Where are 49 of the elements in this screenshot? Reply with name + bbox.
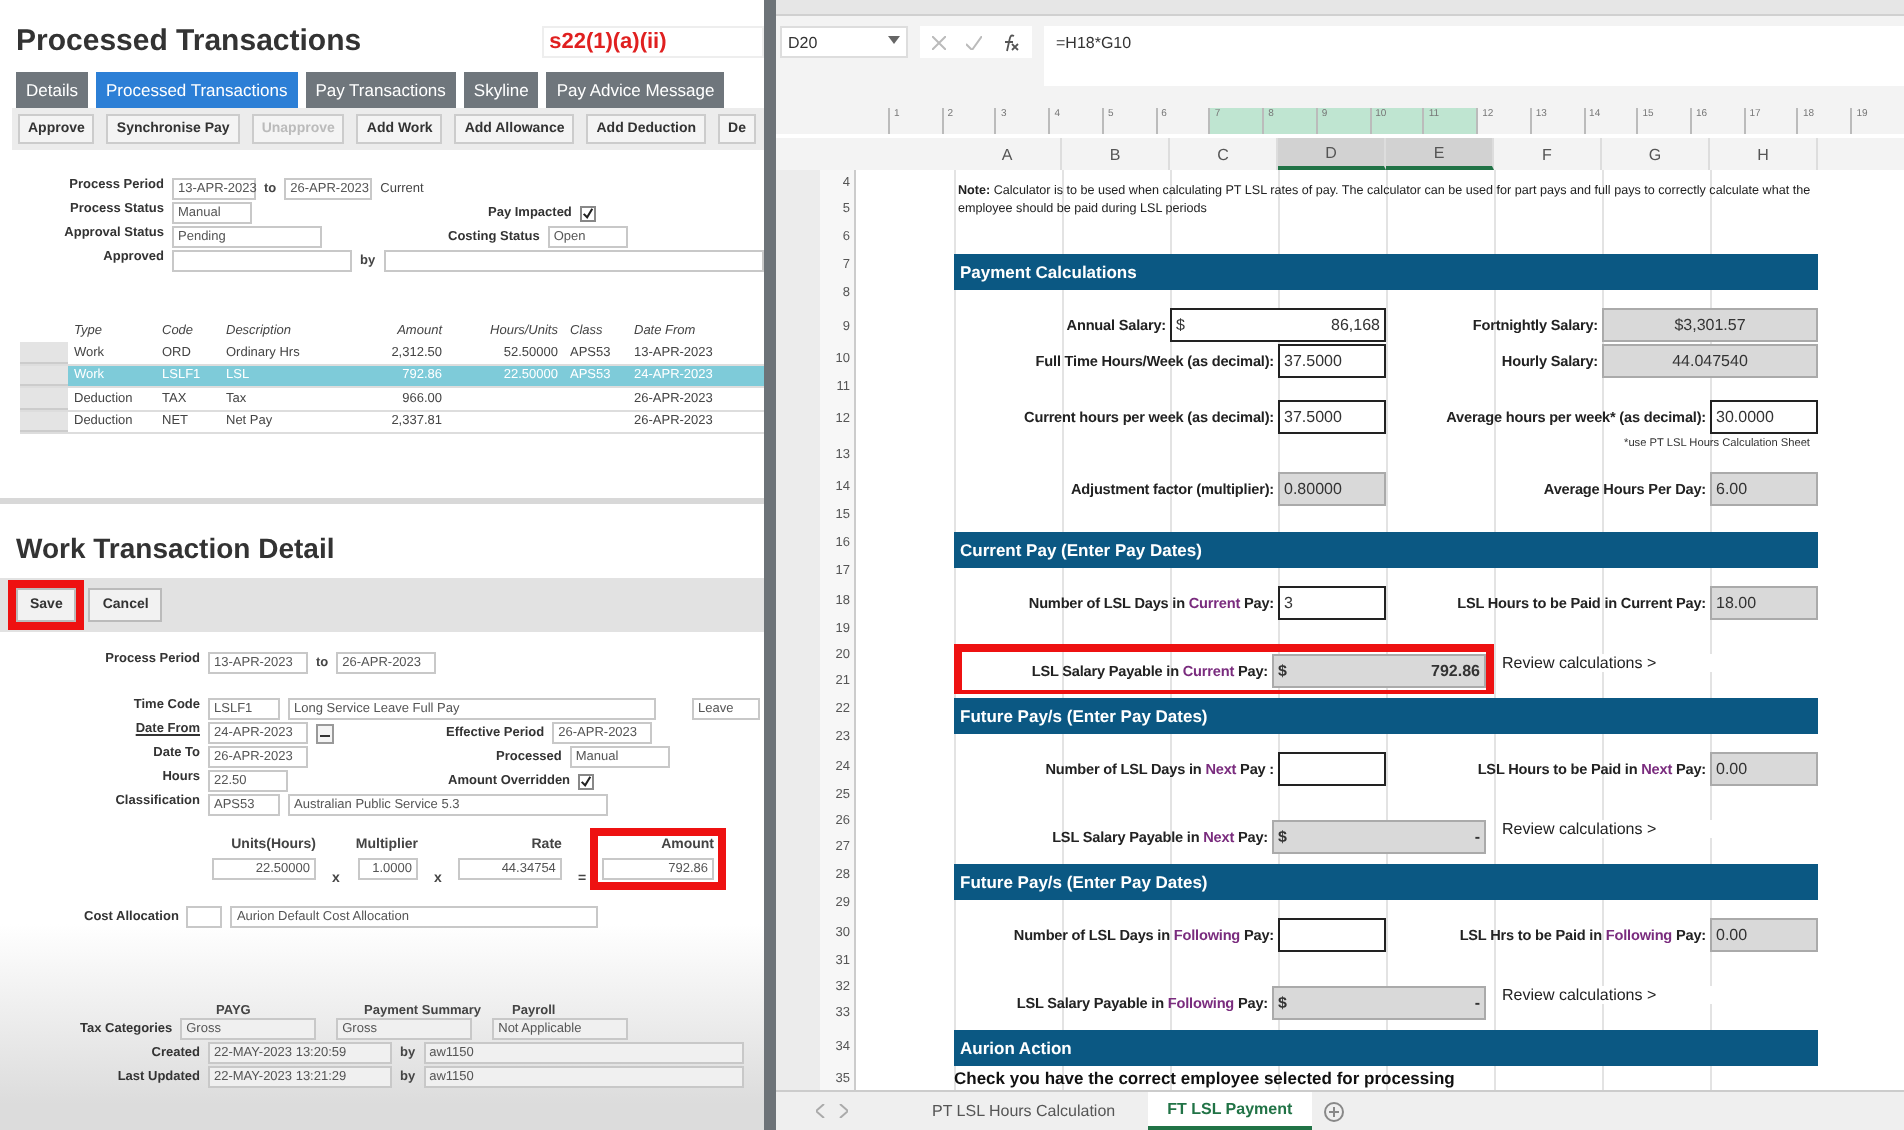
cancel-icon[interactable] [932, 35, 946, 49]
tab[interactable]: Skyline [463, 72, 539, 108]
input-cell[interactable] [1278, 752, 1386, 786]
calendar-picker-icon[interactable] [316, 723, 334, 743]
calculated-cell: $3,301.57 [1602, 308, 1818, 342]
calculated-cell: 18.00 [1710, 586, 1818, 620]
formula-field[interactable]: =H18*G10 [1044, 26, 1904, 86]
calculated-cell: $ - [1272, 820, 1486, 854]
calculated-cell: 44.047540 [1602, 344, 1818, 378]
input-cell[interactable] [1278, 918, 1386, 952]
input-field[interactable] [383, 250, 764, 272]
input-cell[interactable]: 30.0000 [1710, 400, 1818, 434]
input-cell[interactable]: 37.5000 [1278, 344, 1386, 378]
checkbox[interactable] [578, 773, 595, 789]
sheet-tab[interactable]: PT LSL Hours Calculation [912, 1094, 1136, 1128]
input-cell[interactable]: 3 [1278, 586, 1386, 620]
check-icon[interactable] [966, 35, 982, 49]
section-header: Future Pay/s (Enter Pay Dates) [954, 698, 1818, 734]
sheet-tab[interactable]: FT LSL Payment [1147, 1092, 1313, 1130]
previous-sheet-icon[interactable] [816, 1104, 826, 1118]
calculated-cell: $ 792.86 [1272, 654, 1486, 688]
tab[interactable]: Details [16, 72, 88, 108]
calculated-cell: $ - [1272, 986, 1486, 1020]
page-title: Processed Transactions [16, 24, 362, 58]
column-header[interactable]: D [1278, 138, 1386, 170]
instruction-text: Check you have the correct employee selected for processing [954, 1066, 1457, 1088]
next-sheet-icon[interactable] [838, 1104, 848, 1118]
column-header[interactable]: E [1386, 138, 1494, 170]
function-icon[interactable] [1002, 33, 1020, 51]
tab[interactable]: Pay Advice Message [546, 72, 725, 108]
calculated-cell: 0.00 [1710, 752, 1818, 786]
name-box[interactable]: D20 [780, 26, 908, 58]
section-header: Current Pay (Enter Pay Dates) [954, 532, 1818, 568]
input-cell[interactable]: $ 86,168 [1170, 308, 1386, 342]
checkbox[interactable] [579, 205, 596, 221]
section-header: Payment Calculations [954, 254, 1818, 290]
tab[interactable]: Processed Transactions [95, 72, 298, 108]
input-cell[interactable]: 37.5000 [1278, 400, 1386, 434]
section-title: Work Transaction Detail [16, 532, 337, 564]
calculated-cell: 6.00 [1710, 472, 1818, 506]
input-field[interactable] [172, 250, 352, 272]
add-sheet-icon[interactable] [1324, 1101, 1345, 1121]
calculated-cell: 0.80000 [1278, 472, 1386, 506]
section-header: Future Pay/s (Enter Pay Dates) [954, 864, 1818, 900]
tab[interactable]: Pay Transactions [305, 72, 456, 108]
calculated-cell: 0.00 [1710, 918, 1818, 952]
section-header: Aurion Action [954, 1030, 1818, 1066]
reference-label: s22(1)(a)(ii) [541, 25, 764, 57]
input-field[interactable] [186, 906, 223, 928]
